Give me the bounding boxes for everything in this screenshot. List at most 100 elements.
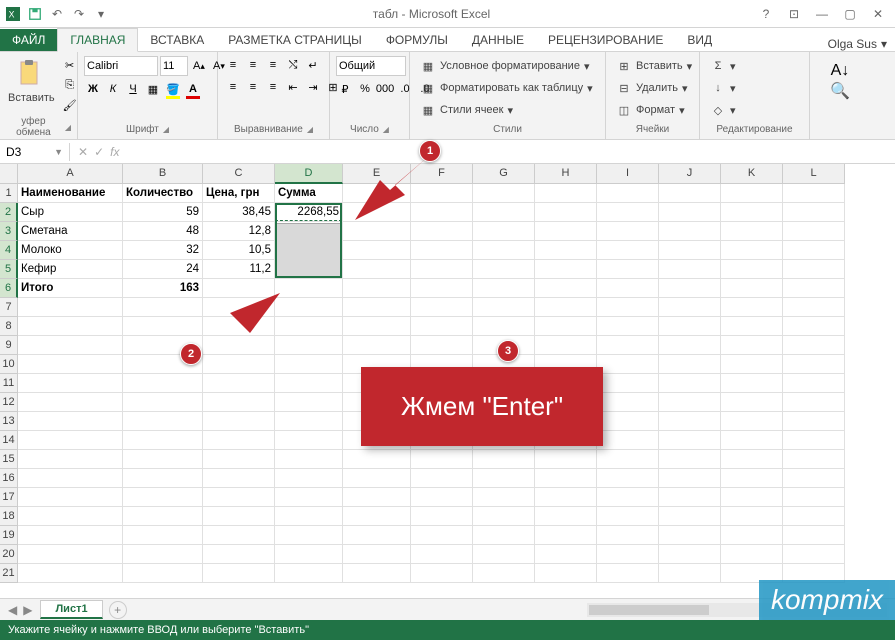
cell[interactable]: 10,5 [203,241,275,260]
cell[interactable] [597,298,659,317]
cell[interactable] [203,507,275,526]
cell[interactable] [18,412,123,431]
tab-pagelayout[interactable]: РАЗМЕТКА СТРАНИЦЫ [216,29,374,51]
cell[interactable] [123,564,203,583]
column-header[interactable]: C [203,164,275,184]
cell[interactable] [597,184,659,203]
cell[interactable] [597,393,659,412]
cell[interactable] [18,431,123,450]
cell[interactable] [411,507,473,526]
cell[interactable] [783,279,845,298]
cell[interactable] [659,317,721,336]
conditional-formatting-button[interactable]: ▦Условное форматирование▾ [416,56,593,76]
sort-filter-icon[interactable]: A↓ [831,62,849,80]
cell[interactable] [659,184,721,203]
cell[interactable] [411,279,473,298]
cell[interactable] [18,469,123,488]
clear-button[interactable]: ◇▾ [706,100,740,120]
cell[interactable] [123,431,203,450]
cell[interactable] [343,564,411,583]
cell[interactable] [783,203,845,222]
cell[interactable] [275,317,343,336]
cell[interactable] [275,298,343,317]
cell[interactable] [275,241,343,260]
column-header[interactable]: J [659,164,721,184]
font-color-icon[interactable]: A [184,80,202,98]
cell[interactable] [123,469,203,488]
cell[interactable] [783,336,845,355]
cell[interactable] [18,545,123,564]
cell[interactable] [597,317,659,336]
underline-icon[interactable]: Ч [124,80,142,98]
cell[interactable] [123,545,203,564]
cell[interactable] [203,431,275,450]
row-header[interactable]: 11 [0,374,18,393]
font-launcher-icon[interactable]: ◢ [163,125,169,134]
maximize-icon[interactable]: ▢ [837,4,863,24]
cell[interactable] [721,203,783,222]
cell[interactable] [721,317,783,336]
cell[interactable] [203,488,275,507]
cell[interactable] [659,507,721,526]
paste-button[interactable]: Вставить [6,56,57,106]
minimize-icon[interactable]: — [809,4,835,24]
qat-customize-icon[interactable]: ▾ [92,5,110,23]
tab-review[interactable]: РЕЦЕНЗИРОВАНИЕ [536,29,675,51]
cell[interactable] [659,241,721,260]
cell[interactable] [783,260,845,279]
cell[interactable] [275,336,343,355]
row-header[interactable]: 16 [0,469,18,488]
cell[interactable] [783,450,845,469]
cell[interactable] [721,184,783,203]
cell[interactable]: 12,8 [203,222,275,241]
cell[interactable] [123,450,203,469]
font-name-select[interactable] [84,56,158,76]
row-header[interactable]: 20 [0,545,18,564]
cell[interactable] [123,507,203,526]
cell[interactable] [18,317,123,336]
cell[interactable] [275,279,343,298]
cell[interactable] [275,545,343,564]
cell[interactable] [411,469,473,488]
find-select-icon[interactable]: 🔍 [831,82,849,100]
increase-font-icon[interactable]: A▴ [190,57,208,75]
column-header[interactable]: L [783,164,845,184]
sheet-nav-prev-icon[interactable]: ◀ [8,603,17,617]
cell[interactable] [783,374,845,393]
cell[interactable] [473,526,535,545]
cell[interactable] [123,526,203,545]
increase-indent-icon[interactable]: ⇥ [304,78,322,96]
cell[interactable] [721,336,783,355]
cell[interactable] [203,469,275,488]
row-header[interactable]: 3 [0,222,18,241]
accounting-icon[interactable]: ₽ [336,80,354,98]
cell[interactable] [597,545,659,564]
cell[interactable] [203,412,275,431]
cell[interactable] [123,393,203,412]
cell[interactable] [535,526,597,545]
cell[interactable] [535,298,597,317]
cell[interactable] [659,222,721,241]
cell[interactable] [275,393,343,412]
cell[interactable] [203,450,275,469]
cell[interactable] [535,260,597,279]
cell[interactable] [721,222,783,241]
cell[interactable] [535,469,597,488]
column-header[interactable]: H [535,164,597,184]
row-header[interactable]: 14 [0,431,18,450]
cell[interactable] [659,526,721,545]
number-launcher-icon[interactable]: ◢ [383,125,389,134]
cell[interactable] [659,412,721,431]
cell[interactable] [597,526,659,545]
tab-data[interactable]: ДАННЫЕ [460,29,536,51]
align-center-icon[interactable]: ≡ [244,78,262,96]
cell[interactable] [597,488,659,507]
cell[interactable] [597,564,659,583]
cell[interactable] [473,469,535,488]
cell[interactable] [203,526,275,545]
row-header[interactable]: 2 [0,203,18,222]
cell[interactable]: 38,45 [203,203,275,222]
cell[interactable] [275,374,343,393]
cell[interactable] [275,564,343,583]
cell[interactable] [783,393,845,412]
